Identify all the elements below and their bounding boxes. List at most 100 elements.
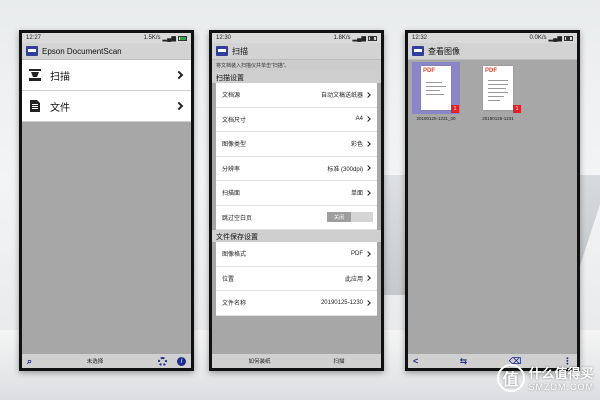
setting-file-name[interactable]: 文件名称 20190125-1230: [216, 291, 377, 316]
status-speed: 1.8K/s: [333, 35, 351, 41]
chevron-right-icon: [174, 70, 184, 80]
page-count-badge: 1: [451, 105, 459, 113]
bottom-bar: ⌕ 未选择 i: [22, 354, 191, 368]
chevron-right-icon: [365, 140, 371, 147]
epson-logo-icon: [216, 46, 228, 56]
setting-document-source[interactable]: 文档源 自动文稿送纸器: [216, 83, 377, 108]
battery-icon: [178, 35, 187, 41]
share-icon[interactable]: <: [413, 356, 418, 366]
chevron-right-icon: [365, 116, 371, 123]
setting-value: 彩色: [350, 142, 363, 149]
pdf-tag: PDF: [485, 68, 497, 74]
status-bar: 12:30 1.8K/s ▂▄▆: [212, 33, 381, 43]
thumbnail-item[interactable]: PDF 1 20190125-1231_00: [412, 62, 460, 121]
menu-item-files[interactable]: 文件: [22, 91, 191, 122]
setting-label: 分辨率: [222, 166, 241, 173]
bottom-bar: 如何装纸 扫描: [212, 354, 381, 368]
chevron-right-icon: [365, 91, 371, 98]
instruction-text: 将文档装入扫描仪并单击"扫描"。: [212, 60, 381, 71]
thumbnail-item[interactable]: PDF 1 20190125-1231: [474, 62, 522, 121]
screen-title: 扫描: [232, 46, 248, 56]
status-time: 12:30: [216, 35, 232, 41]
setting-value: 此应用: [344, 276, 363, 283]
app-title: Epson DocumentScan: [42, 46, 122, 56]
scanner-icon: [29, 69, 41, 81]
thumbnail-name: 20190125-1231: [482, 116, 514, 121]
chevron-right-icon: [365, 165, 371, 172]
scanner-status-label: 未选择: [86, 359, 104, 365]
watermark-en: SMZDM.COM: [528, 382, 594, 392]
site-watermark: 值 什么值得买 SMZDM.COM: [496, 363, 595, 392]
setting-label: 跳过空白页: [222, 215, 253, 222]
pdf-tag: PDF: [423, 68, 435, 74]
setting-skip-blank-page: 跳过空白页 关闭: [216, 206, 377, 230]
setting-label: 扫描面: [222, 191, 241, 198]
gear-icon[interactable]: [158, 356, 167, 366]
setting-label: 位置: [222, 276, 235, 283]
setting-value: 20190125-1230: [320, 299, 363, 306]
pdf-page-preview: PDF: [421, 66, 451, 110]
signal-icon: ▂▄▆: [162, 35, 176, 42]
scan-button[interactable]: 扫描: [333, 357, 344, 365]
app-bar: 扫描: [212, 43, 381, 60]
setting-resolution[interactable]: 分辨率 标准 (300dpi): [216, 157, 377, 181]
document-icon: [30, 100, 40, 112]
chevron-right-icon: [174, 101, 184, 111]
export-icon[interactable]: ⇆: [460, 356, 468, 366]
setting-value: 标准 (300dpi): [327, 166, 363, 173]
chevron-right-icon: [365, 250, 371, 257]
setting-label: 文件名称: [222, 301, 247, 308]
menu-item-label: 扫描: [50, 71, 70, 83]
chevron-right-icon: [365, 275, 371, 282]
setting-value: A4: [355, 116, 363, 123]
setting-label: 文档源: [222, 93, 241, 100]
menu-item-label: 文件: [50, 102, 70, 114]
screen-title: 查看图像: [428, 46, 460, 56]
setting-location[interactable]: 位置 此应用: [216, 267, 377, 291]
setting-image-format[interactable]: 图像格式 PDF: [216, 242, 377, 267]
setting-label: 图像格式: [222, 252, 247, 259]
status-bar: 12:27 1.5K/s ▂▄▆: [22, 33, 191, 43]
signal-icon: ▂▄▆: [352, 35, 366, 42]
thumbnail-selected: PDF 1: [412, 62, 460, 114]
watermark-logo-icon: 值: [496, 363, 525, 392]
scan-settings-list: 文档源 自动文稿送纸器 文档尺寸 A4 图像类型 彩色 分辨率 标准 (300d…: [216, 83, 377, 230]
battery-icon: [368, 35, 377, 41]
phone-view-images: 12:32 0.0K/s ▂▄▆ 查看图像 PDF 1 20190125-123…: [405, 30, 580, 371]
section-title-save: 文件保存设置: [212, 230, 381, 242]
page-count-badge: 1: [513, 105, 521, 113]
setting-value: PDF: [351, 250, 363, 257]
save-settings-list: 图像格式 PDF 位置 此应用 文件名称 20190125-1230: [216, 242, 377, 316]
how-to-load-paper-button[interactable]: 如何装纸: [248, 357, 270, 365]
watermark-cn: 什么值得买: [528, 366, 594, 381]
thumbnail-grid: PDF 1 20190125-1231_00 PDF 1 20190125-12…: [408, 60, 577, 123]
phone-home-screen: 12:27 1.5K/s ▂▄▆ Epson DocumentScan 扫描 文…: [19, 30, 194, 371]
status-time: 12:32: [412, 35, 428, 41]
thumbnail-name: 20190125-1231_00: [416, 116, 456, 121]
status-time: 12:27: [26, 35, 42, 41]
setting-label: 文档尺寸: [222, 117, 247, 124]
setting-scan-side[interactable]: 扫描面 单面: [216, 181, 377, 206]
app-bar: Epson DocumentScan: [22, 43, 191, 60]
epson-logo-icon: [412, 46, 424, 56]
info-icon[interactable]: i: [177, 356, 186, 366]
setting-value: 单面: [350, 191, 363, 198]
battery-icon: [564, 35, 573, 41]
setting-image-type[interactable]: 图像类型 彩色: [216, 132, 377, 157]
menu-item-scan[interactable]: 扫描: [22, 60, 191, 91]
app-bar: 查看图像: [408, 43, 577, 60]
skip-blank-toggle[interactable]: 关闭: [327, 212, 373, 223]
phone-scan-settings: 12:30 1.8K/s ▂▄▆ 扫描 将文档装入扫描仪并单击"扫描"。 扫描设…: [209, 30, 384, 371]
chevron-right-icon: [365, 189, 371, 196]
status-speed: 0.0K/s: [529, 35, 547, 41]
epson-logo-icon: [26, 46, 38, 56]
setting-document-size[interactable]: 文档尺寸 A4: [216, 108, 377, 132]
setting-value: 自动文稿送纸器: [320, 93, 363, 100]
toggle-state-label: 关闭: [327, 212, 351, 223]
status-bar: 12:32 0.0K/s ▂▄▆: [408, 33, 577, 43]
pdf-page-preview: PDF: [483, 66, 513, 110]
chevron-right-icon: [365, 299, 371, 306]
scanner-search-icon[interactable]: ⌕: [27, 356, 32, 366]
status-speed: 1.5K/s: [143, 35, 161, 41]
signal-icon: ▂▄▆: [548, 35, 562, 42]
